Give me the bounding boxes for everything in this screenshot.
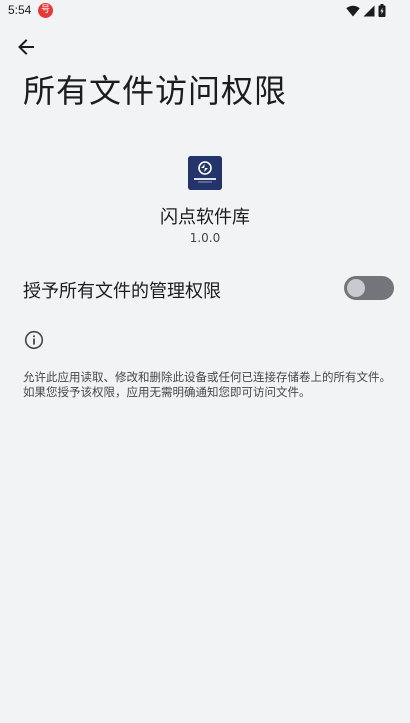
app-version: 1.0.0 — [189, 231, 221, 245]
notification-app-icon: 号 — [38, 3, 53, 18]
page-title: 所有文件访问权限 — [23, 72, 288, 110]
app-name: 闪点软件库 — [160, 207, 250, 228]
permission-label: 授予所有文件的管理权限 — [23, 281, 221, 302]
battery-icon — [378, 4, 386, 17]
wifi-icon — [346, 5, 360, 16]
permission-toggle[interactable] — [344, 276, 394, 300]
back-button[interactable] — [12, 33, 40, 61]
status-icons — [346, 4, 386, 17]
screen: 5:54 号 所有文件访问权限 闪点软件库 1.0.0 授予所有文件的管理权限 … — [0, 0, 410, 723]
signal-icon — [363, 5, 375, 16]
toggle-thumb — [347, 279, 365, 297]
flash-app-icon — [188, 156, 222, 190]
status-bar: 5:54 号 — [0, 0, 410, 22]
arrow-back-icon — [18, 39, 34, 55]
status-time: 5:54 — [8, 3, 32, 17]
all-files-permission-row[interactable]: 授予所有文件的管理权限 — [0, 266, 410, 310]
permission-description: 允许此应用读取、修改和删除此设备或任何已连接存储卷上的所有文件。如果您授予该权限… — [23, 370, 391, 399]
info-icon — [24, 330, 44, 350]
